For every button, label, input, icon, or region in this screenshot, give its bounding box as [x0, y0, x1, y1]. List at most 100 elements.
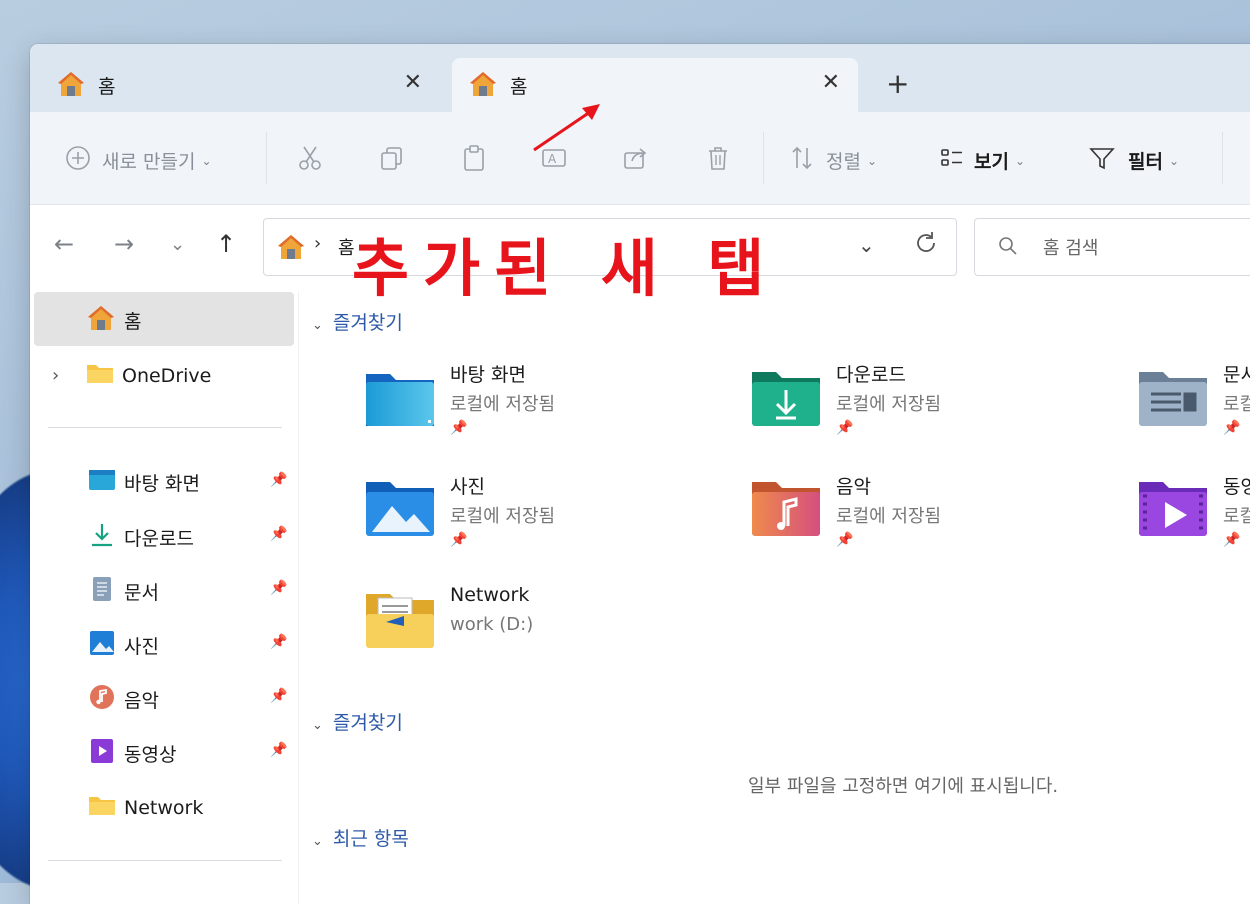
copy-icon: [378, 144, 406, 177]
sidebar-item-label: OneDrive: [122, 364, 212, 387]
chevron-down-icon: ⌄: [1168, 153, 1180, 168]
divider: [48, 860, 282, 861]
pin-icon[interactable]: 📌: [270, 580, 287, 596]
tab-label: 홈: [98, 76, 116, 98]
search-box[interactable]: 홈 검색: [974, 218, 1250, 276]
picture-folder-icon: [366, 482, 434, 536]
chevron-right-icon[interactable]: ›: [52, 365, 86, 386]
sidebar-item-music[interactable]: 음악: [88, 684, 159, 715]
section-favorites[interactable]: ⌄ 즐겨찾기: [312, 308, 403, 335]
filter-button[interactable]: 필터 ⌄: [1088, 144, 1179, 177]
view-button[interactable]: 보기 ⌄: [938, 144, 1025, 177]
sidebar-item-downloads[interactable]: 다운로드: [88, 522, 194, 553]
new-tab-button[interactable]: +: [886, 70, 909, 98]
pin-icon[interactable]: 📌: [270, 526, 287, 542]
sidebar-item-label: 사진: [124, 636, 159, 658]
tab-home-1[interactable]: 홈 ✕: [40, 58, 440, 112]
section-title: 즐겨찾기: [332, 312, 403, 334]
copy-button[interactable]: [378, 144, 406, 177]
close-icon[interactable]: ✕: [822, 70, 840, 95]
music-folder-icon: [752, 482, 820, 536]
cut-button[interactable]: [296, 144, 324, 177]
chevron-down-icon[interactable]: ⌄: [858, 233, 875, 257]
arrow-up-icon: ↑: [216, 230, 237, 258]
clipboard-icon: [460, 144, 488, 177]
share-icon: [622, 144, 650, 177]
plus-circle-icon: [64, 144, 92, 177]
home-icon: [276, 233, 306, 265]
tile-subtitle: 로컬에 저장됨: [1223, 506, 1250, 527]
tile-name: 문서: [1223, 364, 1250, 386]
tile-subtitle: 로컬에 저장됨: [1223, 394, 1250, 415]
search-icon: [997, 235, 1019, 261]
download-folder-icon: [752, 372, 820, 426]
sidebar-item-home[interactable]: 홈: [86, 304, 141, 337]
paste-button[interactable]: [460, 144, 488, 177]
sidebar-item-onedrive[interactable]: › OneDrive: [52, 362, 211, 389]
tile-name: 동영상: [1223, 476, 1250, 498]
trash-icon: [704, 144, 732, 177]
tile-subtitle: work (D:): [450, 614, 534, 635]
chevron-down-icon: ⌄: [312, 718, 323, 733]
sidebar-item-desktop[interactable]: 바탕 화면: [88, 468, 200, 497]
forward-button[interactable]: →: [114, 230, 134, 258]
section-title: 즐겨찾기: [332, 712, 403, 734]
sidebar-item-label: 문서: [124, 582, 159, 604]
section-title: 최근 항목: [332, 828, 409, 850]
share-button[interactable]: [622, 144, 650, 177]
command-bar: 새로 만들기 ⌄ A 정렬 ⌄ 보기 ⌄ 필터 ⌄: [30, 112, 1250, 205]
document-folder-icon: [1139, 372, 1207, 426]
pin-icon[interactable]: 📌: [270, 688, 287, 704]
chevron-down-icon: ⌄: [866, 153, 878, 168]
pin-icon: 📌: [836, 420, 854, 436]
desktop-folder-icon: [88, 468, 116, 497]
document-icon: [88, 576, 116, 607]
sidebar-item-videos[interactable]: 동영상: [88, 738, 176, 769]
recent-locations-button[interactable]: ⌄: [170, 234, 185, 255]
folder-icon: [86, 362, 114, 389]
view-icon: [938, 144, 966, 177]
pin-icon: 📌: [1223, 532, 1241, 548]
empty-message: 일부 파일을 고정하면 여기에 표시됩니다.: [748, 776, 1059, 797]
sidebar-item-documents[interactable]: 문서: [88, 576, 159, 607]
pin-icon: 📌: [450, 532, 468, 548]
sidebar-item-label: 바탕 화면: [124, 473, 200, 495]
sidebar-selection: [34, 292, 294, 346]
pin-icon[interactable]: 📌: [270, 634, 287, 650]
tile-name: 바탕 화면: [450, 364, 526, 386]
back-button[interactable]: ←: [54, 230, 74, 258]
home-icon: [468, 70, 498, 103]
chevron-down-icon: ⌄: [201, 153, 212, 168]
new-button[interactable]: 새로 만들기 ⌄: [64, 144, 212, 177]
breadcrumb-separator: ›: [314, 233, 322, 254]
sidebar-item-pictures[interactable]: 사진: [88, 630, 159, 661]
video-folder-icon: [1139, 482, 1207, 536]
navigation-pane: 홈 › OneDrive 바탕 화면 📌 다운로드 📌 문서 📌 사진 📌 음악…: [30, 292, 299, 904]
tab-label: 홈: [510, 76, 528, 98]
pin-icon[interactable]: 📌: [270, 742, 287, 758]
section-recent[interactable]: ⌄ 최근 항목: [312, 824, 409, 851]
divider: [48, 427, 282, 428]
home-icon: [86, 304, 116, 337]
delete-button[interactable]: [704, 144, 732, 177]
sidebar-item-label: 다운로드: [124, 528, 194, 550]
sort-label: 정렬: [826, 151, 861, 173]
download-icon: [88, 522, 116, 553]
sort-button[interactable]: 정렬 ⌄: [788, 144, 877, 177]
chevron-down-icon: ⌄: [312, 834, 323, 849]
tile-subtitle: 로컬에 저장됨: [450, 394, 556, 415]
file-explorer-window: 홈 ✕ 홈 ✕ + 새로 만들기 ⌄ A 정렬 ⌄ 보기 ⌄ 필터 ⌄ ← → …: [30, 44, 1250, 904]
tile-subtitle: 로컬에 저장됨: [836, 506, 942, 527]
refresh-icon[interactable]: [912, 229, 940, 261]
tab-strip: 홈 ✕ 홈 ✕ +: [30, 44, 1250, 112]
pin-icon: 📌: [836, 532, 854, 548]
close-icon[interactable]: ✕: [404, 70, 422, 95]
up-button[interactable]: ↑: [216, 230, 236, 258]
sidebar-item-network[interactable]: Network: [88, 794, 203, 821]
section-favorites-2[interactable]: ⌄ 즐겨찾기: [312, 708, 403, 735]
view-label: 보기: [974, 151, 1009, 173]
pin-icon: 📌: [1223, 420, 1241, 436]
pin-icon[interactable]: 📌: [270, 472, 287, 488]
tab-home-2[interactable]: 홈 ✕: [452, 58, 858, 112]
picture-icon: [88, 630, 116, 661]
